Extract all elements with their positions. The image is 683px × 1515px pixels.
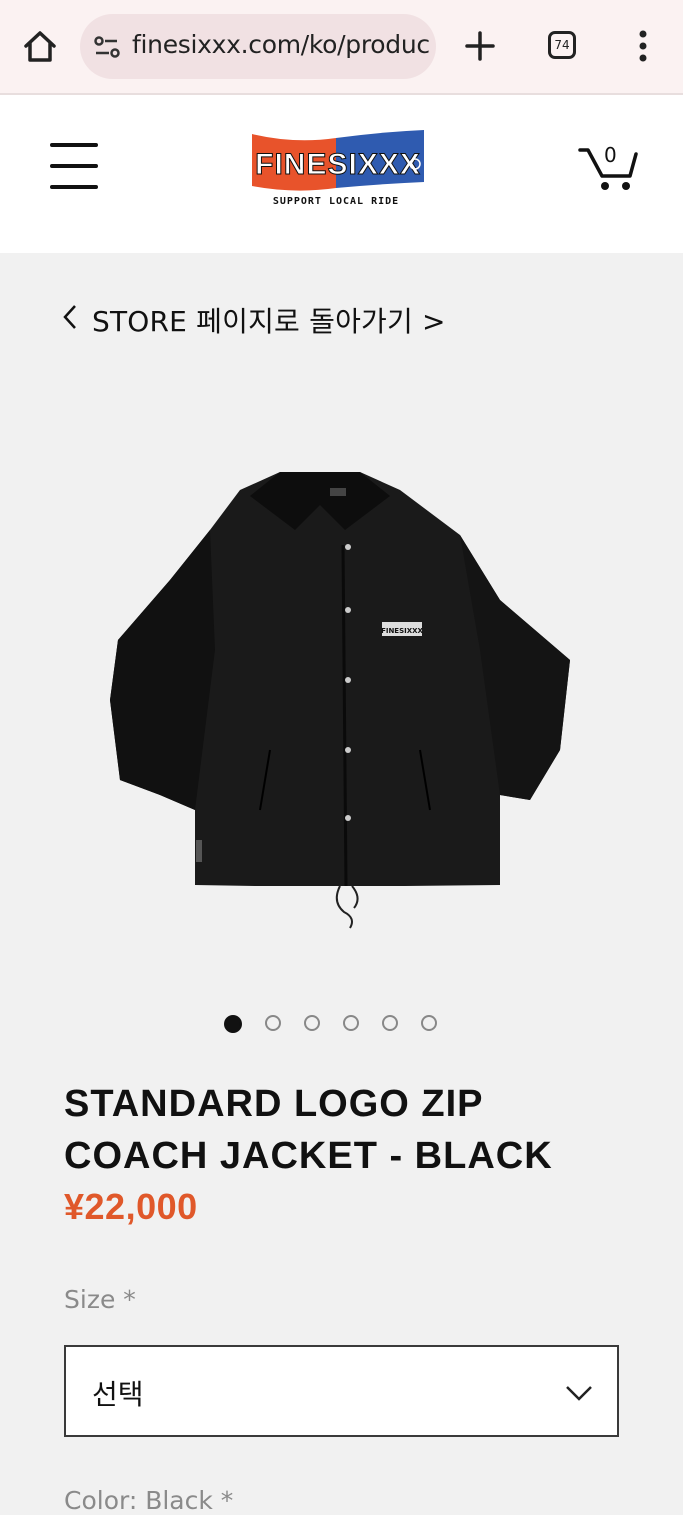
garment-logo-text: FINESIXXX [381, 627, 423, 635]
carousel-dot-3[interactable] [304, 1015, 320, 1031]
url-text[interactable]: finesixxx.com/ko/produc [132, 30, 430, 59]
size-select[interactable]: 선택 [64, 1345, 619, 1437]
product-title-line-1: STANDARD LOGO ZIP [64, 1083, 484, 1125]
carousel-dot-5[interactable] [382, 1015, 398, 1031]
hamburger-menu-icon[interactable] [50, 143, 100, 191]
brand-tagline: SUPPORT LOCAL RIDE [272, 196, 400, 207]
menu-icon[interactable] [628, 28, 658, 64]
home-icon[interactable] [20, 26, 60, 66]
chevron-down-icon [566, 1386, 592, 1401]
chevron-left-icon [62, 303, 78, 338]
browser-toolbar: finesixxx.com/ko/produc 74 [0, 0, 683, 95]
tabs-icon[interactable]: 74 [548, 31, 576, 59]
new-tab-icon[interactable] [460, 26, 500, 66]
brand-logo[interactable]: FINESIXXX SUPPORT LOCAL RIDE [250, 130, 430, 214]
url-bar[interactable]: finesixxx.com/ko/produc [80, 14, 436, 79]
brand-logo-text: FINESIXXX [255, 148, 421, 181]
size-select-value: 선택 [92, 1378, 144, 1411]
back-to-store-label: STORE 페이지로 돌아가기 > [92, 305, 446, 338]
image-carousel-indicator [224, 1015, 437, 1035]
brand-logo-banner: FINESIXXX [252, 130, 424, 191]
product-price: ¥22,000 [64, 1186, 198, 1227]
size-label: Size * [64, 1285, 136, 1314]
jacket-illustration: FINESIXXX [110, 472, 570, 929]
carousel-dot-1[interactable] [224, 1015, 242, 1033]
carousel-dot-2[interactable] [265, 1015, 281, 1031]
product-title-line-2: COACH JACKET - BLACK [64, 1135, 553, 1177]
carousel-dot-4[interactable] [343, 1015, 359, 1031]
color-label: Color: Black * [64, 1486, 234, 1515]
product-title: STANDARD LOGO ZIP COACH JACKET - BLACK [64, 1078, 644, 1182]
site-info-icon[interactable] [93, 33, 121, 61]
cart-count: 0 [604, 143, 617, 167]
back-to-store-link[interactable]: STORE 페이지로 돌아가기 > [62, 300, 446, 340]
site-header: FINESIXXX SUPPORT LOCAL RIDE 0 [0, 95, 683, 253]
product-image[interactable]: FINESIXXX [100, 450, 580, 940]
carousel-dot-6[interactable] [421, 1015, 437, 1031]
